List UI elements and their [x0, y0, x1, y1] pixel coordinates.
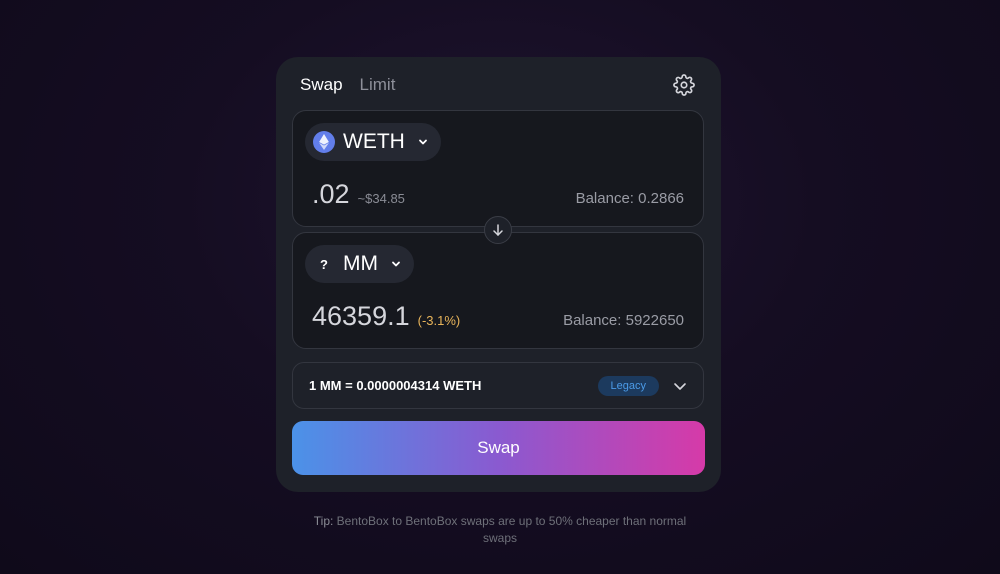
- from-amount-input[interactable]: .02: [312, 179, 350, 210]
- to-amount-input[interactable]: 46359.1: [312, 301, 410, 332]
- tab-limit[interactable]: Limit: [360, 75, 396, 95]
- chevron-down-icon: [418, 139, 427, 145]
- gear-icon[interactable]: [673, 74, 695, 96]
- price-impact: (-3.1%): [417, 313, 461, 328]
- to-token-panel: ? MM 46359.1 (-3.1%) Balance: 5922650: [292, 232, 704, 349]
- to-token-symbol: MM: [343, 252, 378, 275]
- swap-tabs: Swap Limit: [300, 75, 395, 95]
- from-token-symbol: WETH: [343, 130, 405, 153]
- to-balance: Balance: 5922650: [563, 312, 684, 329]
- chevron-down-icon: [392, 261, 400, 267]
- ethereum-icon: [313, 131, 335, 153]
- from-token-panel: WETH .02 ~$34.85 Balance: 0.2866: [292, 110, 704, 227]
- swap-button[interactable]: Swap: [292, 421, 705, 475]
- from-amount-row: .02 ~$34.85: [312, 179, 405, 210]
- to-token-selector[interactable]: ? MM: [305, 245, 414, 283]
- tab-swap[interactable]: Swap: [300, 75, 343, 95]
- swap-card: Swap Limit WETH .02 ~$34.85 Balance: 0.2…: [276, 57, 721, 492]
- tip-label: Tip:: [313, 514, 334, 528]
- to-amount-row: 46359.1 (-3.1%): [312, 301, 460, 332]
- arrow-down-icon: [493, 224, 503, 236]
- switch-direction-button[interactable]: [484, 216, 512, 244]
- legacy-badge: Legacy: [597, 375, 659, 396]
- tip-message: BentoBox to BentoBox swaps are up to 50%…: [333, 514, 687, 545]
- exchange-rate: 1 MM = 0.0000004314 WETH: [309, 378, 482, 393]
- from-usd-value: ~$34.85: [357, 191, 405, 206]
- from-balance[interactable]: Balance: 0.2866: [576, 190, 684, 207]
- from-token-selector[interactable]: WETH: [305, 123, 441, 161]
- unknown-token-icon: ?: [320, 256, 328, 272]
- chevron-down-icon[interactable]: [673, 379, 687, 393]
- exchange-rate-row[interactable]: 1 MM = 0.0000004314 WETH Legacy: [292, 362, 704, 409]
- tip-text: Tip: BentoBox to BentoBox swaps are up t…: [300, 513, 700, 547]
